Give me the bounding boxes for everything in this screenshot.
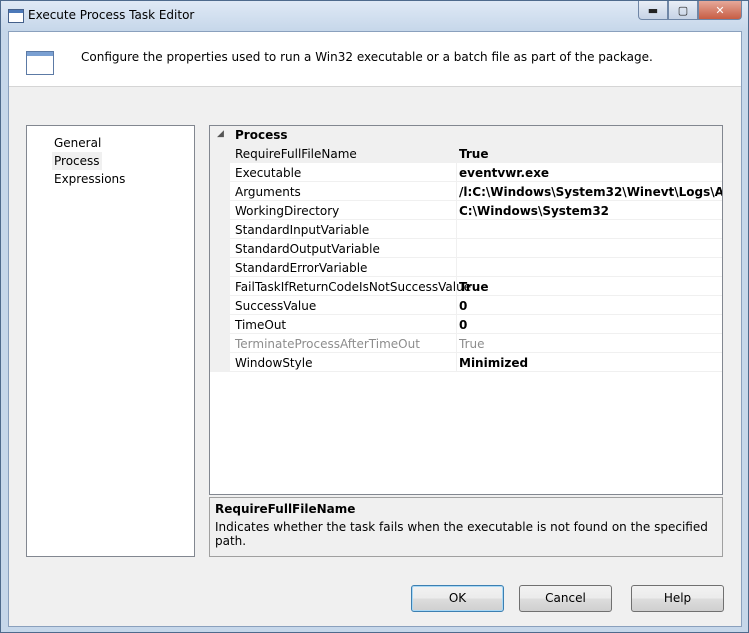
window-controls: ▬ ▢ ✕ xyxy=(638,1,742,20)
column-divider[interactable] xyxy=(456,182,457,201)
page-navigation-list: General Process Expressions xyxy=(26,125,195,557)
property-row[interactable]: TerminateProcessAfterTimeOut True xyxy=(230,334,722,353)
property-value[interactable]: /l:C:\Windows\System32\Winevt\Logs\Appli… xyxy=(459,185,722,199)
window-icon xyxy=(8,9,24,23)
property-row[interactable]: RequireFullFileName True xyxy=(230,144,722,163)
property-value[interactable]: True xyxy=(459,280,488,294)
nav-item-expressions[interactable]: Expressions xyxy=(52,170,127,188)
category-row-process[interactable]: ◢ Process xyxy=(210,126,722,144)
column-divider[interactable] xyxy=(456,163,457,182)
property-row[interactable]: WorkingDirectory C:\Windows\System32 xyxy=(230,201,722,220)
property-row[interactable]: StandardErrorVariable xyxy=(230,258,722,277)
column-divider[interactable] xyxy=(456,353,457,372)
column-divider[interactable] xyxy=(456,201,457,220)
property-name: WindowStyle xyxy=(235,356,313,370)
property-description-panel: RequireFullFileName Indicates whether th… xyxy=(209,497,723,557)
column-divider[interactable] xyxy=(456,296,457,315)
column-divider[interactable] xyxy=(456,277,457,296)
property-name: Executable xyxy=(235,166,302,180)
collapse-arrow-icon[interactable]: ◢ xyxy=(217,129,224,139)
property-name: FailTaskIfReturnCodeIsNotSuccessValue xyxy=(235,280,472,294)
property-name: RequireFullFileName xyxy=(235,147,357,161)
close-icon: ✕ xyxy=(715,3,725,17)
property-value[interactable]: 0 xyxy=(459,318,467,332)
title-bar[interactable]: Execute Process Task Editor ▬ ▢ ✕ xyxy=(1,1,748,31)
help-button[interactable]: Help xyxy=(631,585,724,612)
column-divider[interactable] xyxy=(456,315,457,334)
property-name: StandardInputVariable xyxy=(235,223,370,237)
dialog-header: Configure the properties used to run a W… xyxy=(9,32,741,87)
property-name: StandardErrorVariable xyxy=(235,261,368,275)
property-grid: ◢ Process RequireFullFileName True Executa… xyxy=(209,125,723,495)
close-button[interactable]: ✕ xyxy=(698,1,742,20)
nav-item-process[interactable]: Process xyxy=(52,152,102,170)
column-divider[interactable] xyxy=(456,334,457,353)
property-row[interactable]: SuccessValue 0 xyxy=(230,296,722,315)
property-value[interactable]: 0 xyxy=(459,299,467,313)
property-row[interactable]: StandardOutputVariable xyxy=(230,239,722,258)
property-name: SuccessValue xyxy=(235,299,317,313)
property-name: WorkingDirectory xyxy=(235,204,340,218)
property-value[interactable]: eventvwr.exe xyxy=(459,166,549,180)
property-name: Arguments xyxy=(235,185,301,199)
cancel-button[interactable]: Cancel xyxy=(519,585,612,612)
dialog-window: Execute Process Task Editor ▬ ▢ ✕ Config… xyxy=(0,0,749,633)
maximize-icon: ▢ xyxy=(677,3,689,17)
maximize-button[interactable]: ▢ xyxy=(668,1,698,20)
column-divider[interactable] xyxy=(456,144,457,163)
minimize-button[interactable]: ▬ xyxy=(638,1,668,20)
property-row[interactable]: TimeOut 0 xyxy=(230,315,722,334)
column-divider[interactable] xyxy=(456,239,457,258)
property-row[interactable]: Executable eventvwr.exe xyxy=(230,163,722,182)
property-row[interactable]: StandardInputVariable xyxy=(230,220,722,239)
description-text: Indicates whether the task fails when th… xyxy=(215,520,708,548)
property-name: StandardOutputVariable xyxy=(235,242,380,256)
window-title: Execute Process Task Editor xyxy=(28,8,195,22)
property-value[interactable]: True xyxy=(459,147,488,161)
property-value[interactable]: Minimized xyxy=(459,356,528,370)
property-row[interactable]: WindowStyle Minimized xyxy=(230,353,722,372)
property-value: True xyxy=(459,337,485,351)
description-title: RequireFullFileName xyxy=(215,502,356,516)
property-name: TimeOut xyxy=(235,318,287,332)
property-name: TerminateProcessAfterTimeOut xyxy=(235,337,420,351)
minimize-icon: ▬ xyxy=(647,3,659,17)
header-description: Configure the properties used to run a W… xyxy=(81,50,653,64)
nav-item-general[interactable]: General xyxy=(52,134,103,152)
property-value[interactable]: C:\Windows\System32 xyxy=(459,204,609,218)
ok-button[interactable]: OK xyxy=(411,585,504,612)
task-icon xyxy=(26,51,54,75)
dialog-client-area: Configure the properties used to run a W… xyxy=(8,31,742,627)
column-divider[interactable] xyxy=(456,220,457,239)
category-label: Process xyxy=(235,128,288,142)
column-divider[interactable] xyxy=(456,258,457,277)
property-row[interactable]: Arguments/l:C:\Windows\System32\Winevt\L… xyxy=(230,182,722,201)
property-row[interactable]: FailTaskIfReturnCodeIsNotSuccessValue Tru… xyxy=(230,277,722,296)
property-grid-gutter xyxy=(210,144,230,372)
